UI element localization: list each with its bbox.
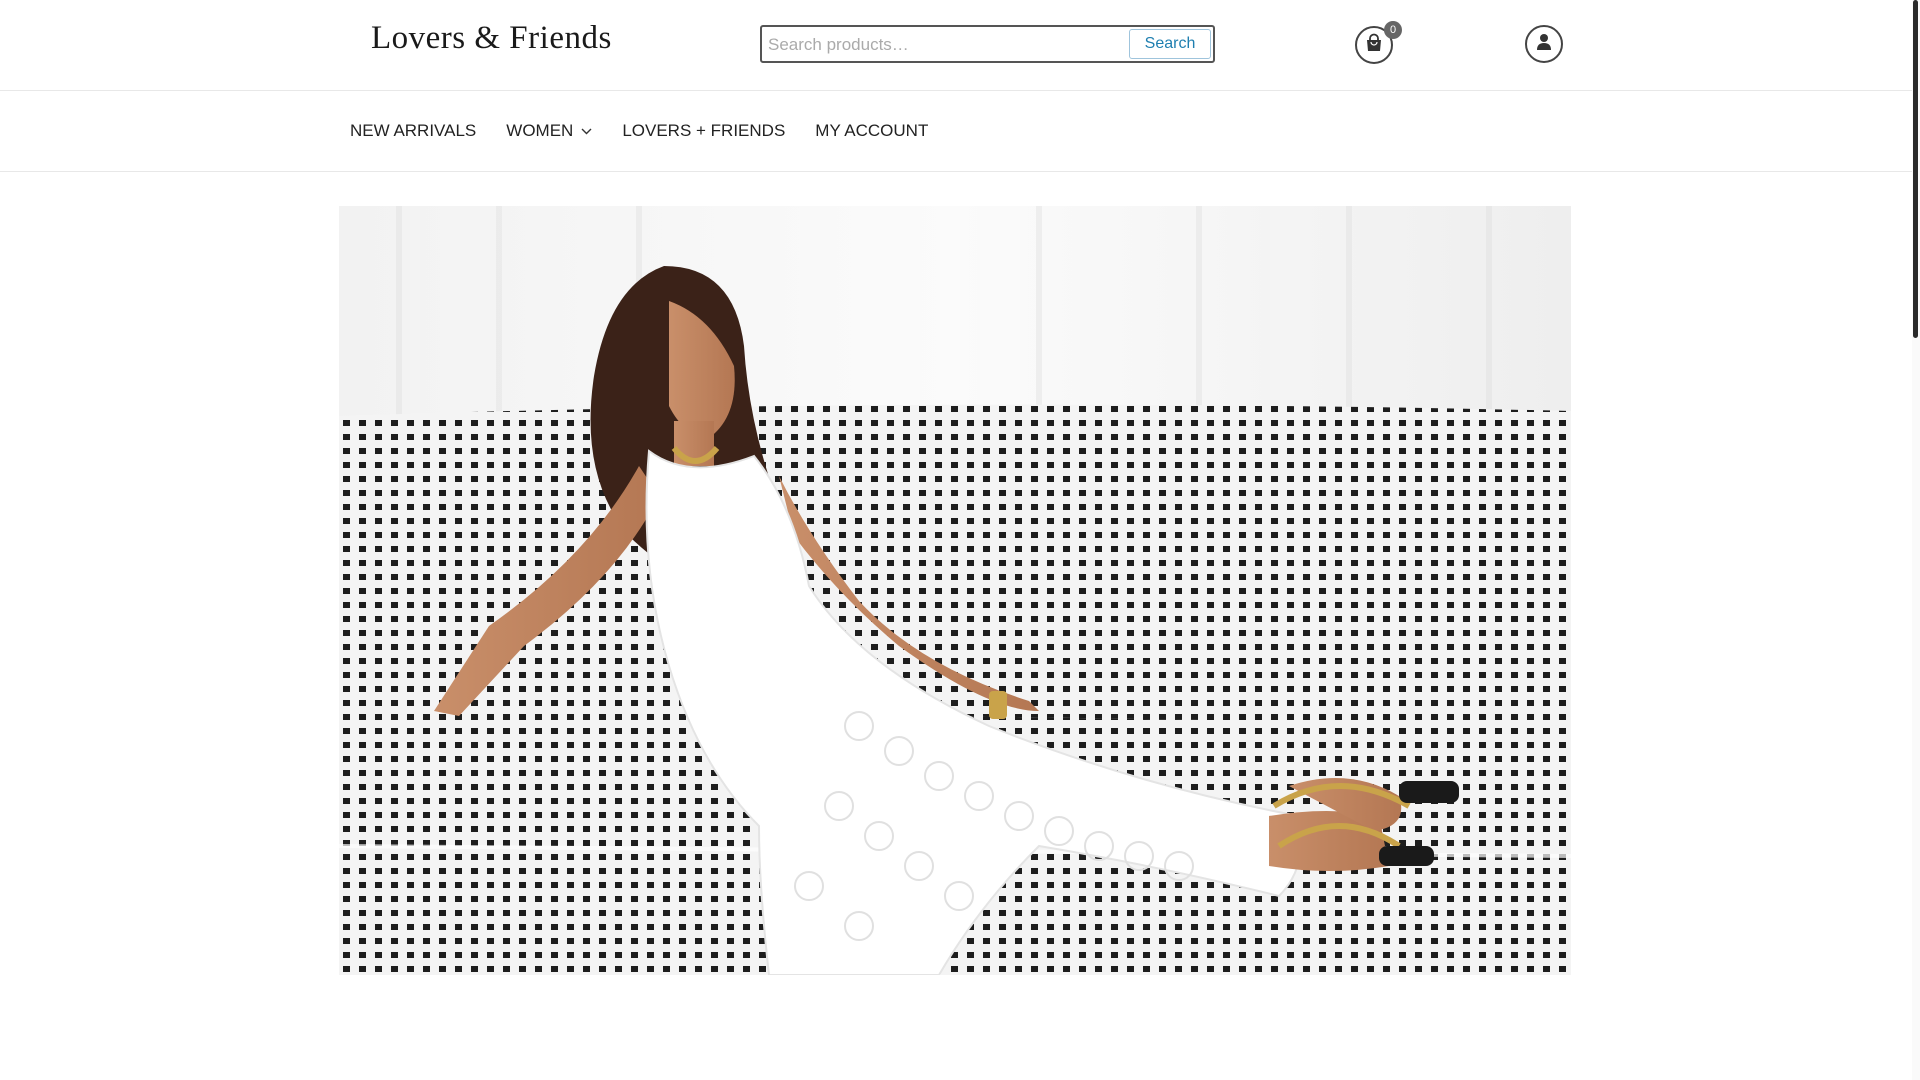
main-navigation: NEW ARRIVALS WOMEN LOVERS + FRIENDS MY A…: [0, 91, 1912, 172]
nav-item-label: MY ACCOUNT: [815, 121, 929, 140]
nav-item-label: WOMEN: [506, 121, 574, 140]
search-form: Search: [760, 25, 1215, 63]
nav-item-new-arrivals[interactable]: NEW ARRIVALS: [350, 121, 476, 141]
user-icon: [1536, 33, 1552, 56]
search-button[interactable]: Search: [1129, 29, 1211, 59]
hero-photo: [339, 206, 1571, 975]
site-logo[interactable]: Lovers & Friends: [371, 20, 612, 57]
hero-image[interactable]: [339, 206, 1571, 975]
shopping-bag-icon: [1364, 33, 1384, 58]
scrollbar-thumb[interactable]: [1913, 0, 1918, 338]
account-button[interactable]: [1525, 25, 1563, 63]
nav-item-lovers-friends[interactable]: LOVERS + FRIENDS: [622, 121, 785, 141]
search-input[interactable]: [766, 30, 1130, 60]
nav-item-my-account[interactable]: MY ACCOUNT: [815, 121, 928, 141]
chevron-down-icon: [581, 128, 592, 135]
nav-item-women[interactable]: WOMEN: [506, 121, 592, 141]
cart-count-badge: 0: [1384, 21, 1402, 39]
site-header: Lovers & Friends Search 0: [0, 0, 1912, 91]
nav-item-label: NEW ARRIVALS: [350, 121, 477, 140]
nav-item-label: LOVERS + FRIENDS: [622, 121, 786, 140]
